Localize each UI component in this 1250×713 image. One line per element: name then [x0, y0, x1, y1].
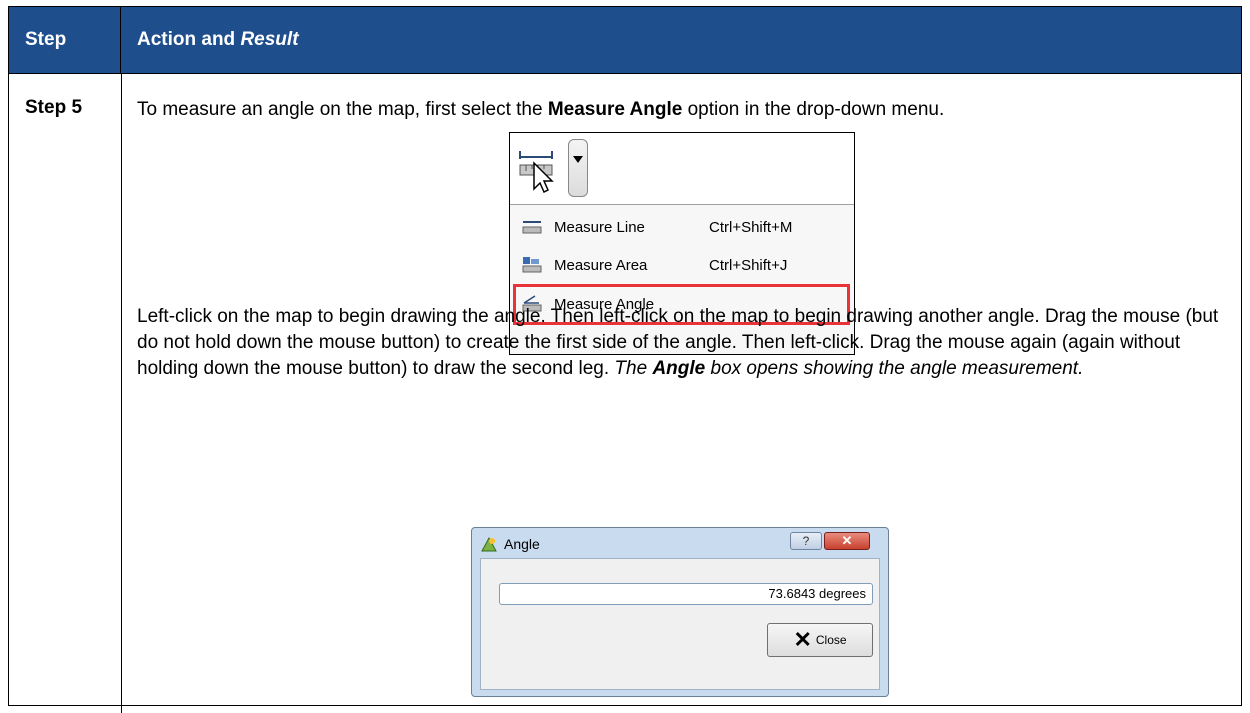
instruction-paragraph-2: Left-click on the map to begin drawing t…	[137, 304, 1232, 382]
menu-item-measure-line[interactable]: Measure Line Ctrl+Shift+M	[516, 208, 848, 246]
header-action: Action and Result	[122, 7, 299, 73]
close-x-icon: ✕	[793, 627, 812, 652]
angle-dialog: Angle ? ✕ 73.6843 degrees ✕ Close	[471, 527, 889, 697]
dialog-titlebar: Angle	[480, 532, 540, 556]
para1-pre: To measure an angle on the map, first se…	[137, 99, 548, 120]
close-button-label: Close	[815, 633, 847, 647]
header-step-label: Step	[25, 29, 67, 50]
para1-post: option in the drop-down menu.	[682, 99, 945, 120]
result-text: The Angle box opens showing the angle me…	[614, 358, 1083, 379]
result-pre: The	[614, 358, 653, 379]
close-button[interactable]: ✕ Close	[767, 623, 873, 657]
help-button[interactable]: ?	[790, 532, 822, 550]
angle-app-icon	[481, 536, 497, 552]
column-divider	[121, 73, 122, 713]
menu-item-measure-area[interactable]: Measure Area Ctrl+Shift+J	[516, 246, 848, 284]
para1-bold: Measure Angle	[547, 99, 683, 120]
measure-area-icon	[522, 257, 542, 273]
angle-value-field[interactable]: 73.6843 degrees	[499, 583, 873, 605]
menu-item-label: Measure Line	[554, 218, 645, 236]
result-post: box opens showing the angle measurement.	[705, 358, 1084, 379]
header-result-label: Result	[240, 29, 299, 50]
instruction-paragraph-1: To measure an angle on the map, first se…	[137, 97, 1227, 123]
dialog-title: Angle	[504, 536, 540, 552]
table-header-row: Step Action and Result	[9, 7, 1241, 74]
menu-item-shortcut: Ctrl+Shift+J	[709, 256, 788, 274]
step-number: Step 5	[25, 97, 83, 118]
dialog-body: 73.6843 degrees ✕ Close	[480, 558, 880, 690]
window-close-button[interactable]: ✕	[824, 532, 870, 550]
measure-tool-icon[interactable]	[516, 145, 558, 193]
measure-line-icon	[522, 221, 542, 234]
menu-item-label: Measure Area	[554, 256, 648, 274]
header-action-label: Action and	[137, 29, 241, 50]
header-step: Step	[9, 7, 121, 73]
result-bold: Angle	[652, 358, 706, 379]
menu-item-shortcut: Ctrl+Shift+M	[709, 218, 793, 236]
procedure-table: Step Action and Result Step 5 To measure…	[8, 6, 1242, 713]
measure-dropdown-button[interactable]	[568, 139, 588, 197]
dropdown-arrow-icon	[573, 156, 583, 163]
